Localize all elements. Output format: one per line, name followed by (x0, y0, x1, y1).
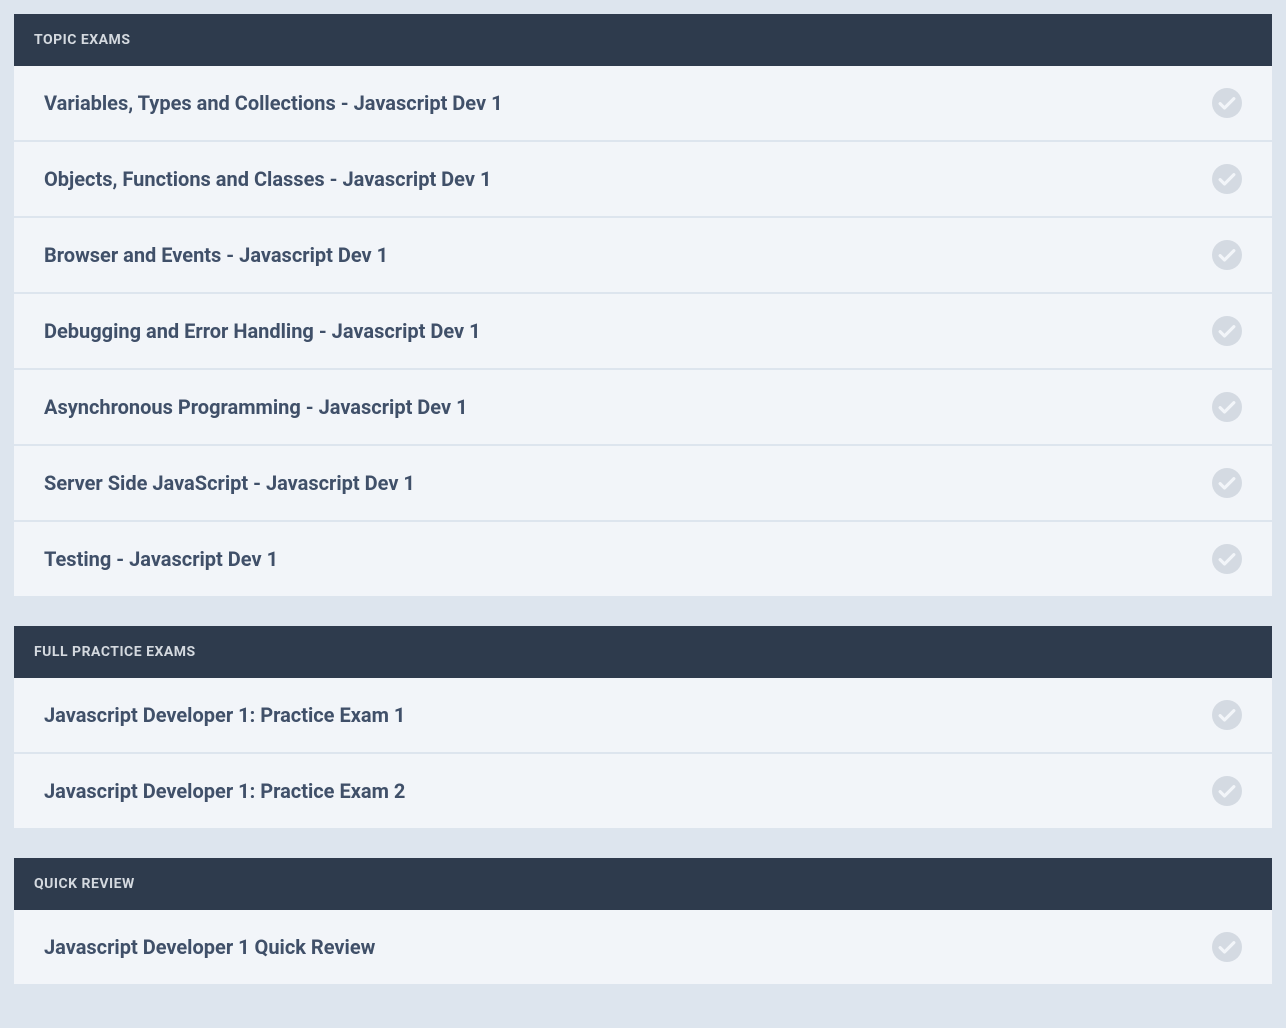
list-item-title: Javascript Developer 1: Practice Exam 1 (44, 703, 405, 727)
check-circle-icon (1212, 392, 1242, 422)
quick-review-section: QUICK REVIEW Javascript Developer 1 Quic… (14, 858, 1272, 984)
check-circle-icon (1212, 932, 1242, 962)
list-item-title: Objects, Functions and Classes - Javascr… (44, 167, 491, 191)
full-practice-exams-section: FULL PRACTICE EXAMS Javascript Developer… (14, 626, 1272, 828)
list-item-title: Javascript Developer 1: Practice Exam 2 (44, 779, 405, 803)
list-item[interactable]: Variables, Types and Collections - Javas… (14, 66, 1272, 142)
list-item[interactable]: Javascript Developer 1 Quick Review (14, 910, 1272, 984)
list-item[interactable]: Objects, Functions and Classes - Javascr… (14, 142, 1272, 218)
list-item-title: Browser and Events - Javascript Dev 1 (44, 243, 388, 267)
check-circle-icon (1212, 316, 1242, 346)
list-item[interactable]: Server Side JavaScript - Javascript Dev … (14, 446, 1272, 522)
section-header: TOPIC EXAMS (14, 14, 1272, 66)
section-header: QUICK REVIEW (14, 858, 1272, 910)
list-item-title: Asynchronous Programming - Javascript De… (44, 395, 468, 419)
list-item[interactable]: Browser and Events - Javascript Dev 1 (14, 218, 1272, 294)
list-item[interactable]: Javascript Developer 1: Practice Exam 1 (14, 678, 1272, 754)
check-circle-icon (1212, 468, 1242, 498)
topic-exams-section: TOPIC EXAMS Variables, Types and Collect… (14, 14, 1272, 596)
list-item[interactable]: Asynchronous Programming - Javascript De… (14, 370, 1272, 446)
check-circle-icon (1212, 164, 1242, 194)
check-circle-icon (1212, 544, 1242, 574)
check-circle-icon (1212, 88, 1242, 118)
check-circle-icon (1212, 700, 1242, 730)
check-circle-icon (1212, 776, 1242, 806)
list-item-title: Variables, Types and Collections - Javas… (44, 91, 503, 115)
list-item-title: Server Side JavaScript - Javascript Dev … (44, 471, 415, 495)
list-item-title: Testing - Javascript Dev 1 (44, 547, 278, 571)
list-item-title: Javascript Developer 1 Quick Review (44, 935, 375, 959)
section-header: FULL PRACTICE EXAMS (14, 626, 1272, 678)
list-item[interactable]: Testing - Javascript Dev 1 (14, 522, 1272, 596)
list-item[interactable]: Javascript Developer 1: Practice Exam 2 (14, 754, 1272, 828)
list-item[interactable]: Debugging and Error Handling - Javascrip… (14, 294, 1272, 370)
list-item-title: Debugging and Error Handling - Javascrip… (44, 319, 481, 343)
check-circle-icon (1212, 240, 1242, 270)
